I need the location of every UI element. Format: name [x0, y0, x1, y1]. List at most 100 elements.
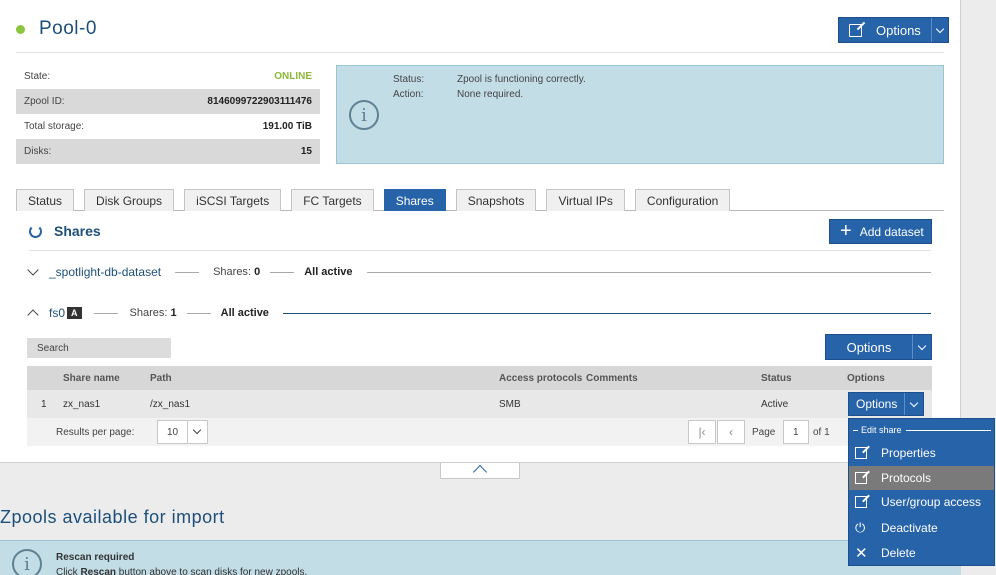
- pager: Results per page: 10 |‹ ‹ Page 1 of 1: [27, 418, 932, 446]
- pool-tabs: Status Disk Groups iSCSI Targets FC Targ…: [16, 189, 944, 211]
- status-label: Status:: [393, 74, 425, 85]
- row-path: /zx_nas1: [150, 398, 191, 410]
- tab-virtual-ips[interactable]: Virtual IPs: [546, 189, 625, 211]
- dataset-shares: Shares: 1: [130, 307, 177, 319]
- row-options-main[interactable]: Options: [849, 393, 906, 415]
- prev-page-button[interactable]: ‹: [717, 420, 745, 444]
- dataset-row-spotlight[interactable]: _spotlight-db-dataset Shares: 0 All acti…: [27, 264, 931, 280]
- zpool-id-value: 8146099722903111476: [207, 96, 312, 107]
- header-rule: [853, 429, 858, 431]
- page-of-label: of 1: [813, 427, 830, 438]
- dataset-line: [282, 312, 931, 314]
- menu-item-properties[interactable]: Properties: [849, 441, 994, 465]
- tab-iscsi-targets[interactable]: iSCSI Targets: [184, 189, 282, 211]
- icon-slot: ⏻: [855, 520, 881, 536]
- chevron-left-icon: ‹: [729, 425, 733, 439]
- pool-options-main[interactable]: Options: [839, 18, 932, 42]
- add-dataset-button[interactable]: + Add dataset: [829, 219, 932, 244]
- dataset-row-fs0[interactable]: fs0 A Shares: 1 All active: [27, 305, 931, 321]
- row-access-protocols: SMB: [499, 398, 521, 410]
- import-text: Rescan required Click Rescan button abov…: [56, 550, 307, 575]
- shares-options-main[interactable]: Options: [826, 335, 913, 359]
- chevron-up-icon: [472, 464, 488, 480]
- menu-item-deactivate[interactable]: ⏻ Deactivate: [849, 516, 994, 540]
- chevron-down-icon[interactable]: [27, 264, 39, 276]
- first-page-button[interactable]: |‹: [688, 420, 716, 444]
- per-page-value: 10: [167, 426, 179, 438]
- disks-label: Disks:: [24, 146, 52, 157]
- chevron-up-icon[interactable]: [27, 309, 39, 321]
- shares-header: Shares: [29, 223, 101, 239]
- dataset-separator: [93, 312, 118, 314]
- dropdown-header-label: Edit share: [861, 425, 902, 435]
- row-options-dropdown: Edit share Properties Protocols User/gro…: [848, 418, 995, 566]
- table-row[interactable]: 1 zx_nas1 /zx_nas1 SMB Active: [27, 390, 932, 418]
- shares-options-caret[interactable]: [913, 335, 931, 359]
- tab-fc-targets[interactable]: FC Targets: [291, 189, 374, 211]
- status-value: Zpool is functioning correctly.: [457, 74, 586, 85]
- dataset-name[interactable]: fs0: [49, 306, 65, 320]
- search-input[interactable]: Search: [27, 338, 171, 358]
- dataset-separator: [186, 312, 211, 314]
- collapse-panel-button[interactable]: [440, 463, 520, 480]
- results-per-page-select[interactable]: 10: [157, 420, 208, 444]
- dataset-badge: A: [67, 307, 82, 319]
- col-path[interactable]: Path: [150, 366, 172, 390]
- row-share-name: zx_nas1: [63, 398, 101, 410]
- pool-header: Pool-0: [16, 18, 97, 40]
- info-row-disks: Disks: 15: [16, 139, 320, 164]
- pool-options-label: Options: [876, 22, 921, 38]
- pool-title: Pool-0: [39, 18, 97, 39]
- pool-options-button[interactable]: Options: [838, 17, 949, 43]
- pool-info-table: State: ONLINE Zpool ID: 8146099722903111…: [16, 64, 320, 164]
- col-access-protocols[interactable]: Access protocols: [499, 366, 582, 390]
- shares-count-label: Shares:: [129, 307, 168, 319]
- tab-configuration[interactable]: Configuration: [634, 189, 731, 211]
- plug-icon: ⏻: [855, 520, 866, 535]
- tab-shares[interactable]: Shares: [383, 189, 446, 211]
- icon-slot: [855, 496, 881, 508]
- dataset-shares: Shares: 0: [213, 266, 260, 278]
- pool-options-caret[interactable]: [932, 18, 948, 42]
- shares-title: Shares: [54, 223, 101, 239]
- row-options-button[interactable]: Options: [848, 392, 925, 416]
- col-status[interactable]: Status: [761, 366, 792, 390]
- chevron-down-icon: [192, 425, 202, 435]
- shares-options-button[interactable]: Options: [825, 334, 932, 360]
- tab-snapshots[interactable]: Snapshots: [455, 189, 537, 211]
- icon-slot: [855, 472, 881, 484]
- shares-options-label: Options: [846, 339, 892, 355]
- add-dataset-label: Add dataset: [859, 224, 924, 239]
- info-row-total-storage: Total storage: 191.00 TiB: [16, 114, 320, 139]
- close-icon: ✕: [855, 545, 868, 562]
- menu-item-label: Deactivate: [881, 521, 938, 535]
- menu-item-delete[interactable]: ✕ Delete: [849, 541, 994, 565]
- tab-disk-groups[interactable]: Disk Groups: [84, 189, 175, 211]
- row-options-caret[interactable]: [905, 393, 923, 415]
- dataset-separator: [270, 271, 295, 273]
- dataset-status: All active: [220, 307, 269, 319]
- col-share-name[interactable]: Share name: [63, 366, 120, 390]
- row-status: Active: [761, 398, 789, 410]
- page-input[interactable]: 1: [783, 420, 809, 444]
- dataset-name[interactable]: _spotlight-db-dataset: [49, 265, 161, 279]
- shares-divider: [29, 250, 931, 251]
- col-comments[interactable]: Comments: [586, 366, 638, 390]
- status-lines: Status: Zpool is functioning correctly. …: [393, 74, 586, 104]
- shares-table-header: Share name Path Access protocols Comment…: [27, 366, 932, 390]
- menu-item-user-group-access[interactable]: User/group access: [849, 490, 994, 514]
- menu-item-label: Delete: [881, 546, 916, 560]
- import-title: Zpools available for import: [0, 507, 225, 527]
- page-label: Page: [752, 427, 776, 438]
- refresh-icon[interactable]: [29, 224, 42, 238]
- menu-item-protocols[interactable]: Protocols: [849, 466, 994, 490]
- col-options: Options: [847, 372, 885, 384]
- tab-status[interactable]: Status: [16, 189, 75, 211]
- dataset-separator: [175, 271, 200, 273]
- results-per-page-label: Results per page:: [56, 427, 135, 438]
- menu-item-label: Protocols: [881, 471, 932, 485]
- pool-panel: Pool-0 Options State: ONLINE Zpool ID: 8…: [0, 0, 961, 463]
- disks-value: 15: [300, 146, 312, 157]
- rescan-text-bold: Rescan: [80, 567, 117, 575]
- shares-count: 0: [254, 266, 261, 278]
